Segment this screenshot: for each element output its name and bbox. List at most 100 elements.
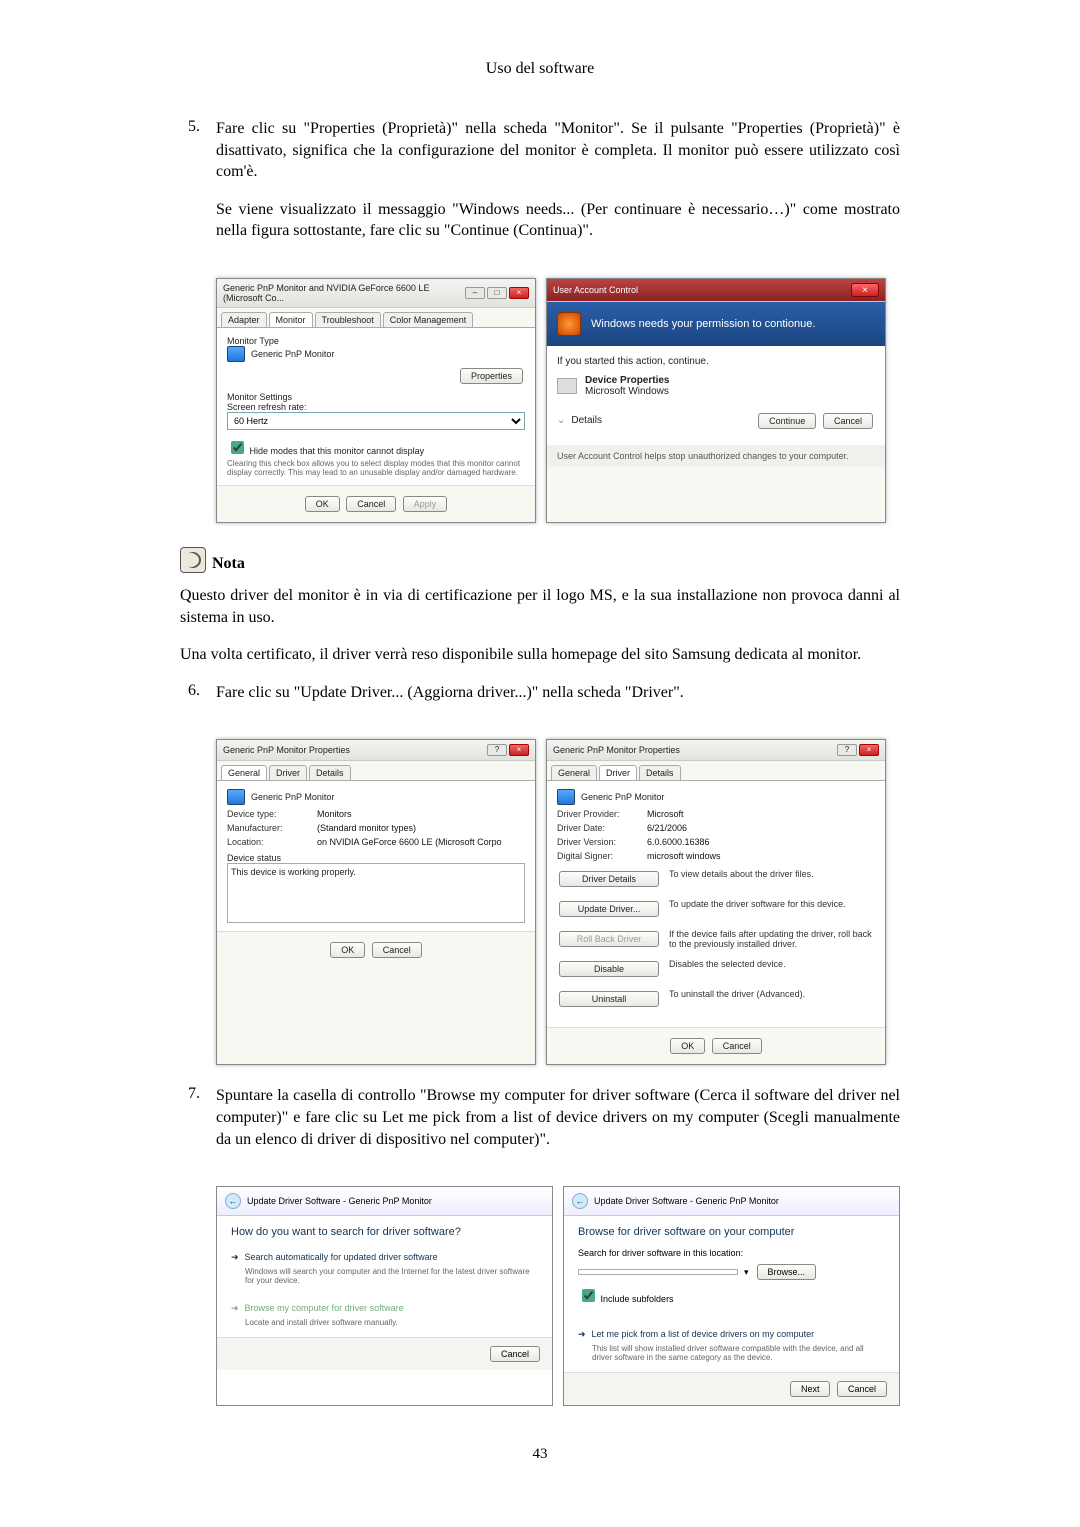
- option-browse-computer[interactable]: ➜ Browse my computer for driver software: [231, 1299, 538, 1318]
- help-button[interactable]: ?: [837, 744, 857, 756]
- wizard-heading: How do you want to search for driver sof…: [231, 1226, 538, 1238]
- note-text-1: Questo driver del monitor è in via di ce…: [180, 585, 900, 628]
- back-icon[interactable]: ←: [572, 1193, 588, 1209]
- tab-driver[interactable]: Driver: [599, 765, 637, 780]
- details-toggle[interactable]: Details: [571, 415, 602, 426]
- driver-wizard-browse: ← Update Driver Software - Generic PnP M…: [563, 1186, 900, 1406]
- device-name: Generic PnP Monitor: [251, 792, 334, 802]
- close-button[interactable]: ×: [851, 283, 879, 297]
- ok-button[interactable]: OK: [305, 496, 340, 512]
- option-search-auto[interactable]: ➜ Search automatically for updated drive…: [231, 1248, 538, 1267]
- wizard-heading: Browse for driver software on your compu…: [578, 1226, 885, 1238]
- tab-details[interactable]: Details: [309, 765, 351, 780]
- help-button[interactable]: ?: [487, 744, 507, 756]
- wizard-breadcrumb: Update Driver Software - Generic PnP Mon…: [247, 1196, 432, 1206]
- uac-started-text: If you started this action, continue.: [557, 356, 875, 367]
- page-number: 43: [180, 1446, 900, 1463]
- wizard-breadcrumb: Update Driver Software - Generic PnP Mon…: [594, 1196, 779, 1206]
- tab-adapter[interactable]: Adapter: [221, 312, 267, 327]
- arrow-icon: ➜: [578, 1329, 586, 1340]
- device-status-text: This device is working properly.: [227, 863, 525, 923]
- location-label: Location:: [227, 837, 317, 847]
- option-let-me-pick-desc: This list will show installed driver sof…: [592, 1344, 885, 1362]
- tab-troubleshoot[interactable]: Troubleshoot: [315, 312, 381, 327]
- manufacturer-value: (Standard monitor types): [317, 823, 416, 833]
- tab-monitor[interactable]: Monitor: [269, 312, 313, 327]
- driver-provider-value: Microsoft: [647, 809, 684, 819]
- note-text-2: Una volta certificato, il driver verrà r…: [180, 644, 900, 666]
- chevron-down-icon[interactable]: ⌄: [557, 415, 565, 426]
- tab-general[interactable]: General: [551, 765, 597, 780]
- cancel-button[interactable]: Cancel: [346, 496, 396, 512]
- disable-button[interactable]: Disable: [559, 961, 659, 977]
- properties-general-dialog: Generic PnP Monitor Properties ? × Gener…: [216, 739, 536, 1065]
- step-5-text-1: Fare clic su "Properties (Proprietà)" ne…: [216, 118, 900, 183]
- tab-driver[interactable]: Driver: [269, 765, 307, 780]
- note-label: Nota: [212, 555, 245, 573]
- cancel-button[interactable]: Cancel: [372, 942, 422, 958]
- uac-item-title: Device Properties: [585, 375, 670, 386]
- monitor-icon: [227, 789, 245, 805]
- ok-button[interactable]: OK: [670, 1038, 705, 1054]
- driver-version-value: 6.0.6000.16386: [647, 837, 710, 847]
- dropdown-icon[interactable]: ▾: [744, 1267, 749, 1278]
- option-search-auto-desc: Windows will search your computer and th…: [245, 1267, 538, 1285]
- device-type-label: Device type:: [227, 809, 317, 819]
- tab-color-management[interactable]: Color Management: [383, 312, 474, 327]
- path-label: Search for driver software in this locat…: [578, 1248, 885, 1258]
- note-icon: [180, 547, 206, 573]
- back-icon[interactable]: ←: [225, 1193, 241, 1209]
- program-icon: [557, 378, 577, 394]
- cancel-button[interactable]: Cancel: [823, 413, 873, 429]
- monitor-icon: [227, 346, 245, 362]
- uac-title: User Account Control: [553, 285, 638, 295]
- hide-modes-checkbox[interactable]: [231, 441, 244, 454]
- maximize-button[interactable]: □: [487, 287, 507, 299]
- cancel-button[interactable]: Cancel: [712, 1038, 762, 1054]
- monitor-settings-heading: Monitor Settings: [227, 392, 525, 402]
- uac-headline: Windows needs your permission to contion…: [591, 318, 815, 330]
- apply-button[interactable]: Apply: [403, 496, 448, 512]
- roll-back-driver-button[interactable]: Roll Back Driver: [559, 931, 659, 947]
- continue-button[interactable]: Continue: [758, 413, 816, 429]
- properties-button[interactable]: Properties: [460, 368, 523, 384]
- monitor-name: Generic PnP Monitor: [251, 349, 334, 359]
- step-5-text-2: Se viene visualizzato il messaggio "Wind…: [216, 199, 900, 242]
- uninstall-desc: To uninstall the driver (Advanced).: [669, 989, 875, 999]
- monitor-icon: [557, 789, 575, 805]
- minimize-button[interactable]: –: [465, 287, 485, 299]
- driver-details-button[interactable]: Driver Details: [559, 871, 659, 887]
- digital-signer-label: Digital Signer:: [557, 851, 647, 861]
- dialog-title: Generic PnP Monitor Properties: [553, 745, 680, 755]
- path-input[interactable]: [578, 1269, 738, 1275]
- include-subfolders-checkbox[interactable]: [582, 1289, 595, 1302]
- close-button[interactable]: ×: [859, 744, 879, 756]
- step-6-number: 6.: [180, 682, 216, 720]
- cancel-button[interactable]: Cancel: [490, 1346, 540, 1362]
- driver-version-label: Driver Version:: [557, 837, 647, 847]
- driver-wizard-search: ← Update Driver Software - Generic PnP M…: [216, 1186, 553, 1406]
- step-7-text-1: Spuntare la casella di controllo "Browse…: [216, 1085, 900, 1150]
- close-button[interactable]: ×: [509, 744, 529, 756]
- tab-general[interactable]: General: [221, 765, 267, 780]
- update-driver-button[interactable]: Update Driver...: [559, 901, 659, 917]
- option-let-me-pick[interactable]: ➜ Let me pick from a list of device driv…: [578, 1325, 885, 1344]
- close-button[interactable]: ×: [509, 287, 529, 299]
- arrow-icon: ➜: [231, 1303, 239, 1314]
- ok-button[interactable]: OK: [330, 942, 365, 958]
- tab-details[interactable]: Details: [639, 765, 681, 780]
- uninstall-button[interactable]: Uninstall: [559, 991, 659, 1007]
- properties-driver-dialog: Generic PnP Monitor Properties ? × Gener…: [546, 739, 886, 1065]
- shield-icon: [557, 312, 581, 336]
- refresh-rate-select[interactable]: 60 Hertz: [227, 412, 525, 430]
- device-name: Generic PnP Monitor: [581, 792, 664, 802]
- driver-details-desc: To view details about the driver files.: [669, 869, 875, 879]
- monitor-settings-dialog: Generic PnP Monitor and NVIDIA GeForce 6…: [216, 278, 536, 523]
- dialog-title: Generic PnP Monitor and NVIDIA GeForce 6…: [223, 283, 465, 303]
- hide-modes-label: Hide modes that this monitor cannot disp…: [250, 446, 425, 456]
- include-subfolders-label: Include subfolders: [601, 1294, 674, 1304]
- uac-footer-text: User Account Control helps stop unauthor…: [547, 445, 885, 467]
- cancel-button[interactable]: Cancel: [837, 1381, 887, 1397]
- next-button[interactable]: Next: [790, 1381, 831, 1397]
- browse-button[interactable]: Browse...: [757, 1264, 817, 1280]
